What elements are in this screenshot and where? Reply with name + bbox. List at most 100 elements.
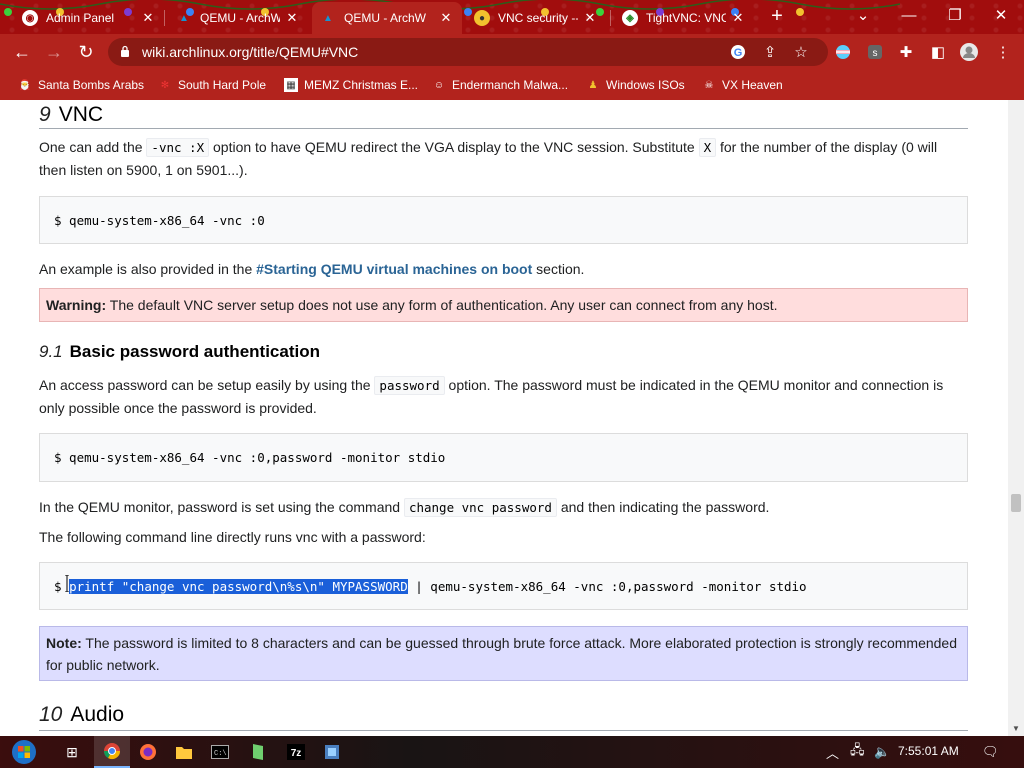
admin-panel-favicon-icon: ◉ — [22, 10, 38, 26]
code-block-printf[interactable]: $ printf "change vnc password\n%s\n" MYP… — [39, 562, 968, 610]
code-block-vnc[interactable]: $ qemu-system-x86_64 -vnc :0 — [39, 196, 968, 244]
inline-code: change vnc password — [403, 498, 557, 517]
close-tab-icon[interactable]: ✕ — [284, 10, 300, 26]
santa-icon: 🎅 — [18, 79, 32, 91]
google-lens-icon[interactable]: G — [727, 41, 749, 63]
tab-qemu-archwiki-1[interactable]: ▲ QEMU - ArchW ✕ — [168, 2, 308, 34]
cmd-icon[interactable]: C:\ — [202, 736, 238, 768]
note-label: Note: — [46, 635, 82, 651]
section-number: 9 — [39, 103, 51, 126]
section-number: 9.1 — [39, 342, 63, 361]
taskbar-clock[interactable]: 7:55:01 AM — [898, 744, 959, 758]
extension-s-icon[interactable]: s — [864, 41, 886, 63]
tab-label: QEMU - ArchW — [344, 11, 427, 25]
bookmark-windows-isos[interactable]: ♟ Windows ISOs — [586, 76, 685, 94]
section-heading-password: 9.1 Basic password authentication — [39, 342, 320, 362]
bookmark-label: Endermanch Malwa... — [452, 78, 569, 92]
chrome-menu-icon[interactable]: ⋮ — [992, 41, 1014, 63]
back-button[interactable]: ← — [8, 38, 36, 66]
tab-qemu-archwiki-active[interactable]: ▲ QEMU - ArchW ✕ — [312, 2, 462, 34]
close-tab-icon[interactable]: ✕ — [140, 10, 156, 26]
firefox-icon[interactable] — [130, 736, 166, 768]
chrome-icon[interactable] — [94, 736, 130, 768]
reload-button[interactable]: ↻ — [72, 38, 100, 66]
task-view-icon[interactable]: ⊞ — [54, 736, 90, 768]
close-tab-icon[interactable]: ✕ — [438, 10, 454, 26]
section-title: Audio — [70, 703, 125, 726]
bookmark-south-hard-pole[interactable]: ✻ South Hard Pole — [158, 76, 266, 94]
inline-code: password — [374, 376, 445, 395]
bookmark-label: Windows ISOs — [606, 78, 685, 92]
minimize-button[interactable]: — — [886, 0, 932, 30]
section-title: VNC — [58, 103, 104, 126]
bookmark-memz-christmas[interactable]: ▦ MEMZ Christmas E... — [284, 76, 418, 94]
scrollbar-thumb[interactable] — [1011, 494, 1021, 512]
endermanch-icon: ☺ — [433, 79, 445, 91]
text-run: option to have QEMU redirect the VGA dis… — [209, 139, 699, 155]
bookmark-label: Santa Bombs Arabs — [38, 78, 145, 92]
extension-flag-icon[interactable] — [832, 41, 854, 63]
file-explorer-icon[interactable] — [166, 736, 202, 768]
text-run: and then indicating the password. — [556, 499, 770, 515]
snowflake-icon: ✻ — [160, 79, 170, 91]
close-window-button[interactable]: ✕ — [978, 0, 1024, 30]
tab-label: QEMU - ArchW — [200, 11, 280, 25]
side-panel-icon[interactable]: ◧ — [927, 41, 949, 63]
notepad-icon[interactable] — [240, 736, 276, 768]
volume-icon[interactable]: 🔈 — [874, 736, 890, 768]
bookmarks-bar: 🎅 Santa Bombs Arabs ✻ South Hard Pole ▦ … — [0, 70, 1024, 100]
tab-separator — [610, 10, 611, 26]
network-icon[interactable]: 🖧 — [850, 736, 865, 768]
text-run: One can add the — [39, 139, 147, 155]
bookmark-vx-heaven[interactable]: ☠ VX Heaven — [702, 76, 783, 94]
close-tab-icon[interactable]: ✕ — [582, 10, 598, 26]
svg-text:s: s — [873, 48, 878, 59]
warning-box: Warning: The default VNC server setup do… — [39, 288, 968, 322]
section-number: 10 — [39, 703, 63, 726]
notification-center-icon[interactable]: 🗨 — [982, 736, 999, 768]
vnc-favicon-icon: ● — [474, 10, 490, 26]
share-icon[interactable]: ⇪ — [759, 41, 781, 63]
tab-label: Admin Panel — [46, 11, 115, 25]
section-heading-vnc: 9 VNC — [39, 103, 968, 129]
tab-search-chevron-icon[interactable]: ⌄ — [840, 0, 886, 30]
note-text: The password is limited to 8 characters … — [46, 635, 957, 673]
text-run: In the QEMU monitor, password is set usi… — [39, 499, 404, 515]
monitor-paragraph: In the QEMU monitor, password is set usi… — [39, 496, 968, 519]
text-cursor-icon — [65, 575, 69, 592]
restore-button[interactable]: ❐ — [932, 0, 978, 30]
bookmark-star-icon[interactable]: ☆ — [790, 41, 812, 63]
svg-text:7z: 7z — [291, 748, 302, 759]
lock-icon — [121, 45, 129, 57]
bookmark-label: South Hard Pole — [178, 78, 267, 92]
extensions-puzzle-icon[interactable]: ✚ — [895, 41, 917, 63]
close-tab-icon[interactable]: ✕ — [730, 10, 746, 26]
start-button[interactable] — [4, 736, 44, 768]
selected-text: printf "change vnc password\n%s\n" MYPAS… — [69, 578, 408, 594]
text-run: An example is also provided in the — [39, 261, 257, 277]
new-tab-button[interactable]: + — [766, 6, 788, 28]
forward-button[interactable]: → — [40, 38, 68, 66]
tab-admin-panel[interactable]: ◉ Admin Panel ✕ — [14, 2, 164, 34]
tab-label: TightVNC: VNC — [646, 11, 726, 25]
code-block-password[interactable]: $ qemu-system-x86_64 -vnc :0,password -m… — [39, 433, 968, 482]
vertical-scrollbar[interactable]: ▼ — [1008, 100, 1024, 736]
profile-avatar-icon[interactable] — [958, 41, 980, 63]
bookmark-santa-bombs-arabs[interactable]: 🎅 Santa Bombs Arabs — [18, 76, 144, 94]
starting-qemu-link[interactable]: #Starting QEMU virtual machines on boot — [256, 261, 532, 277]
text-run: section. — [532, 261, 585, 277]
tab-tightvnc[interactable]: ◈ TightVNC: VNC ✕ — [614, 2, 754, 34]
direct-paragraph: The following command line directly runs… — [39, 529, 426, 545]
tool-icon[interactable] — [314, 736, 350, 768]
bookmark-label: MEMZ Christmas E... — [304, 78, 419, 92]
memz-icon: ▦ — [284, 78, 298, 92]
svg-text:C:\: C:\ — [214, 750, 227, 758]
bookmark-endermanch-malware[interactable]: ☺ Endermanch Malwa... — [432, 76, 568, 94]
bookmark-label: VX Heaven — [722, 78, 783, 92]
scroll-down-arrow-icon[interactable]: ▼ — [1012, 724, 1020, 733]
tab-vnc-security[interactable]: ● VNC security -- ✕ — [466, 2, 606, 34]
address-bar[interactable]: wiki.archlinux.org/title/QEMU#VNC — [108, 38, 828, 66]
7zip-icon[interactable]: 7z — [278, 736, 314, 768]
show-hidden-icons-chevron-icon[interactable]: ︿ — [826, 736, 839, 768]
code-line: $ qemu-system-x86_64 -vnc :0 — [54, 212, 265, 228]
